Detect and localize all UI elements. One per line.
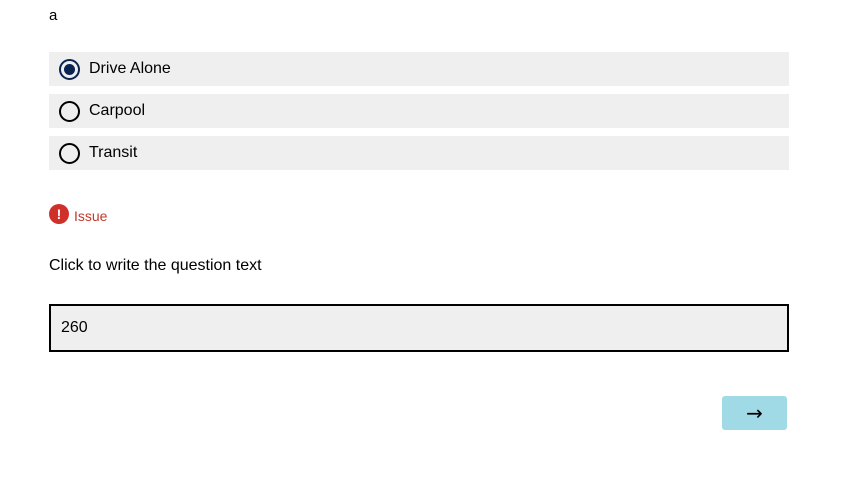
text-answer-input[interactable] bbox=[49, 304, 789, 352]
choice-label: Transit bbox=[89, 144, 138, 161]
choice-label: Drive Alone bbox=[89, 60, 171, 77]
radio-button[interactable] bbox=[59, 142, 80, 164]
radio-selected-dot bbox=[64, 63, 75, 75]
next-button[interactable]: → bbox=[722, 396, 787, 430]
validation-issue: ! Issue bbox=[49, 203, 107, 224]
error-icon: ! bbox=[49, 203, 69, 224]
question-text: Click to write the question text bbox=[49, 257, 262, 274]
radio-button-selected[interactable] bbox=[59, 58, 80, 80]
choice-label: Carpool bbox=[89, 102, 146, 119]
choice-drive-alone[interactable]: Drive Alone bbox=[49, 52, 789, 86]
choice-transit[interactable]: Transit bbox=[49, 136, 789, 170]
question-label: a bbox=[49, 7, 58, 24]
issue-message: Issue bbox=[74, 208, 108, 224]
choice-carpool[interactable]: Carpool bbox=[49, 94, 789, 128]
choice-list: Drive Alone Carpool Transit bbox=[49, 52, 789, 178]
radio-button[interactable] bbox=[59, 100, 80, 122]
